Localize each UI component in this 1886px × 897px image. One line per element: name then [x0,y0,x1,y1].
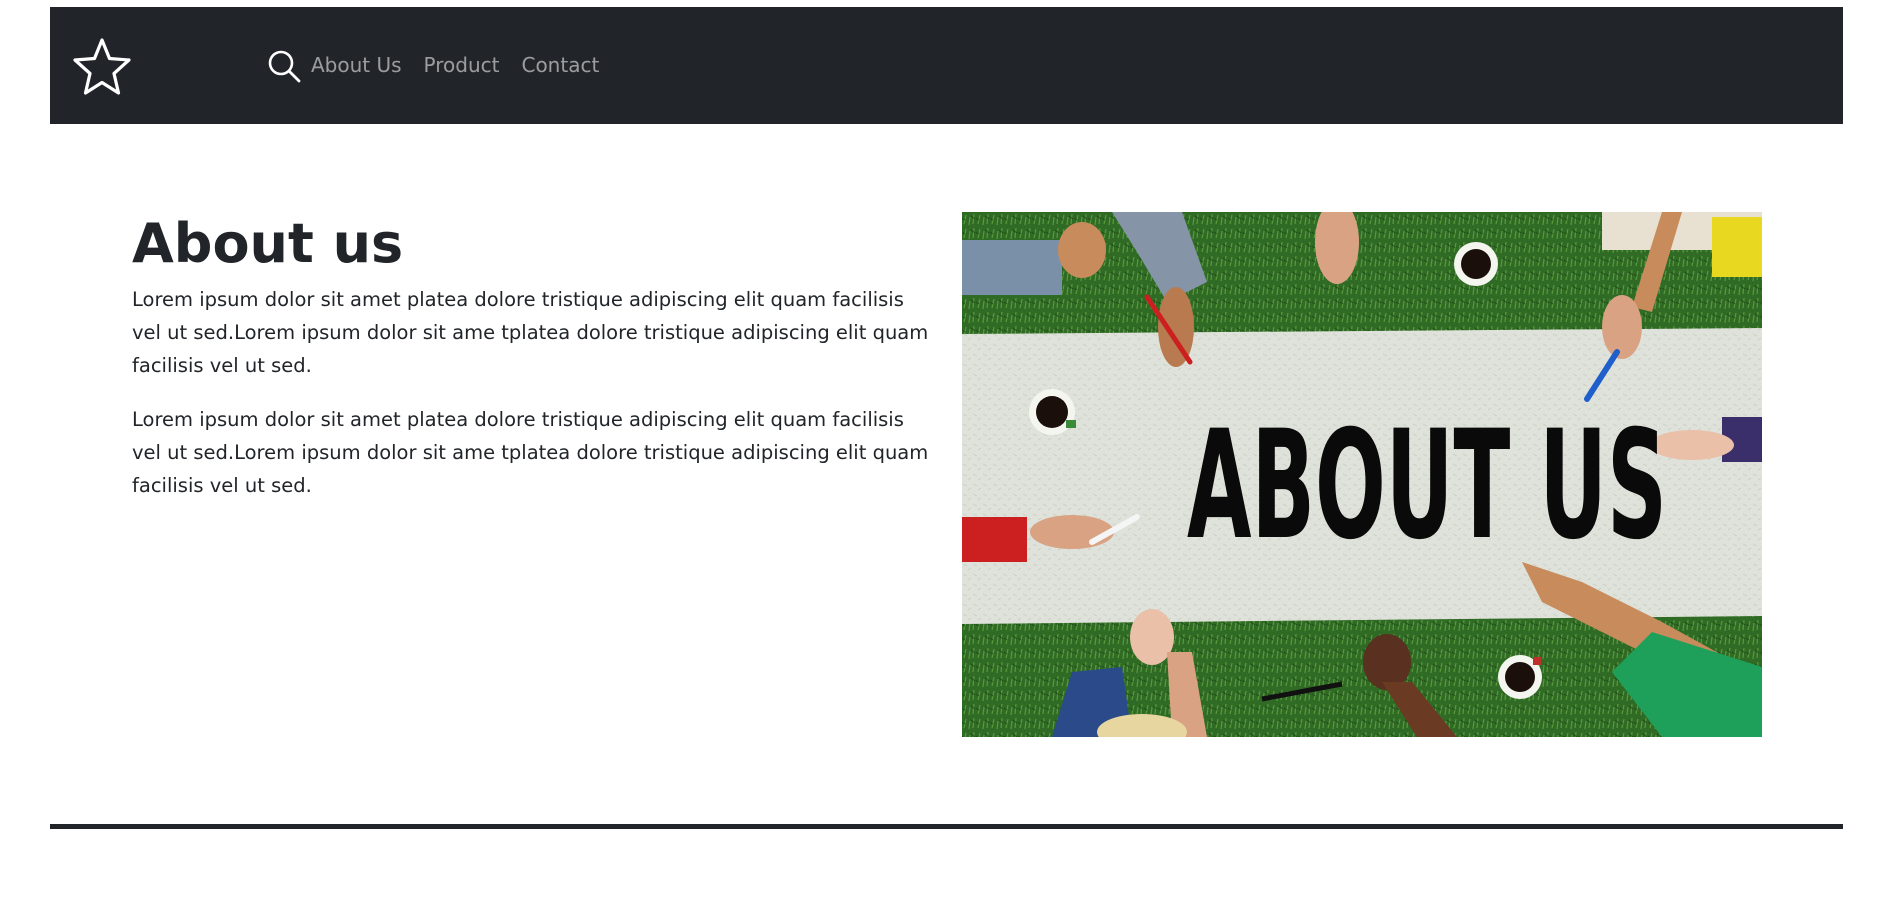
hand [1158,287,1194,367]
hand [1363,634,1411,690]
brand-link[interactable] [70,35,134,99]
page: About Us Product Contact About us Lorem … [0,0,1886,897]
footer-divider [50,824,1843,829]
about-us-hero-image: ABOUT US [962,212,1762,737]
nav-item-product: Product [424,55,500,76]
about-section: About us Lorem ipsum dolor sit amet plat… [132,212,932,502]
nav-item-contact: Contact [521,55,599,76]
arm-sleeve [1712,217,1762,277]
page-title: About us [132,212,404,275]
about-paragraph-1: Lorem ipsum dolor sit amet platea dolore… [132,287,929,377]
coffee-cup-icon [1498,655,1542,699]
nav-link-about-us[interactable]: About Us [311,53,402,77]
arm-sleeve [962,240,1062,295]
star-icon [73,38,131,95]
search-button[interactable] [267,49,301,83]
arm-sleeve [962,517,1027,562]
hand [1602,295,1642,359]
hero-illustration: ABOUT US [962,212,1762,737]
nav-item-about-us: About Us [311,55,402,76]
navbar: About Us Product Contact [50,7,1843,124]
coffee-cup-icon [1454,242,1498,286]
nav-link-contact[interactable]: Contact [521,53,599,77]
nav-link-product[interactable]: Product [424,53,500,77]
nav-links: About Us Product Contact [311,7,599,124]
hand [1030,515,1114,549]
search-icon [268,50,301,83]
hero-text: ABOUT US [1187,399,1667,573]
hand [1058,222,1106,278]
about-paragraph-2: Lorem ipsum dolor sit amet platea dolore… [132,407,929,497]
